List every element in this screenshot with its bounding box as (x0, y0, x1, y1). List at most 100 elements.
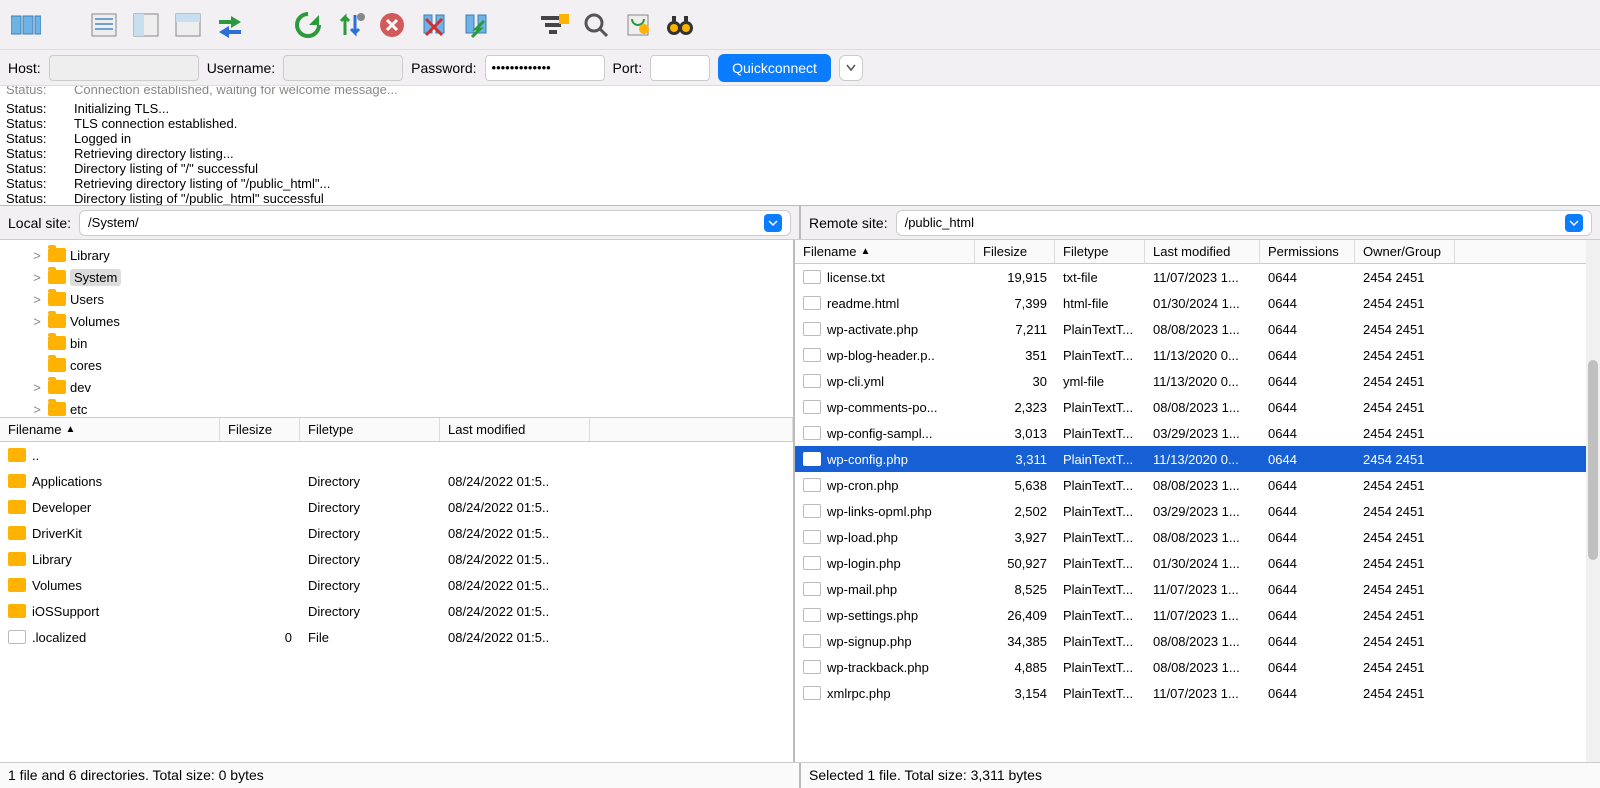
toggle-log-icon[interactable] (86, 7, 122, 43)
expand-toggle[interactable]: > (30, 248, 44, 263)
tree-node[interactable]: cores (0, 354, 793, 376)
disconnect-icon[interactable] (416, 7, 452, 43)
file-icon (803, 660, 821, 674)
file-icon (803, 452, 821, 466)
file-row[interactable]: wp-login.php50,927PlainTextT...01/30/202… (795, 550, 1600, 576)
file-icon (8, 630, 26, 644)
file-row[interactable]: wp-signup.php34,385PlainTextT...08/08/20… (795, 628, 1600, 654)
file-row[interactable]: wp-trackback.php4,885PlainTextT...08/08/… (795, 654, 1600, 680)
sort-asc-icon: ▲ (860, 246, 870, 257)
reconnect-icon[interactable] (458, 7, 494, 43)
tree-node[interactable]: >dev (0, 376, 793, 398)
file-icon (803, 374, 821, 388)
file-row[interactable]: .. (0, 442, 793, 468)
site-manager-icon[interactable] (8, 7, 44, 43)
local-directory-tree[interactable]: >Library>System>Users>Volumesbincores>de… (0, 240, 793, 418)
tree-node[interactable]: >etc (0, 398, 793, 418)
quickconnect-history-dropdown[interactable] (839, 55, 863, 81)
file-row[interactable]: .localized0File08/24/2022 01:5.. (0, 624, 793, 650)
binoculars-icon[interactable] (662, 7, 698, 43)
local-file-header: Filename▲ Filesize Filetype Last modifie… (0, 418, 793, 442)
toggle-remote-tree-icon[interactable] (170, 7, 206, 43)
tree-node[interactable]: bin (0, 332, 793, 354)
toggle-local-tree-icon[interactable] (128, 7, 164, 43)
file-row[interactable]: wp-settings.php26,409PlainTextT...11/07/… (795, 602, 1600, 628)
file-row[interactable]: wp-load.php3,927PlainTextT...08/08/2023 … (795, 524, 1600, 550)
folder-icon (48, 358, 66, 372)
file-row[interactable]: wp-cli.yml30yml-file11/13/2020 0...06442… (795, 368, 1600, 394)
file-row[interactable]: iOSSupportDirectory08/24/2022 01:5.. (0, 598, 793, 624)
file-row[interactable]: DriverKitDirectory08/24/2022 01:5.. (0, 520, 793, 546)
file-row[interactable]: VolumesDirectory08/24/2022 01:5.. (0, 572, 793, 598)
expand-toggle[interactable]: > (30, 292, 44, 307)
file-row[interactable]: wp-cron.php5,638PlainTextT...08/08/2023 … (795, 472, 1600, 498)
password-input[interactable] (485, 55, 605, 81)
folder-icon (8, 578, 26, 592)
file-icon (803, 426, 821, 440)
folder-icon (8, 552, 26, 566)
file-icon (803, 556, 821, 570)
port-input[interactable] (650, 55, 710, 81)
folder-icon (48, 248, 66, 262)
expand-toggle[interactable]: > (30, 270, 44, 285)
message-log[interactable]: Status:Connection established, waiting f… (0, 86, 1600, 206)
filter-icon[interactable] (536, 7, 572, 43)
file-icon (803, 504, 821, 518)
username-input[interactable] (283, 55, 403, 81)
file-row[interactable]: wp-comments-po...2,323PlainTextT...08/08… (795, 394, 1600, 420)
local-file-list[interactable]: ..ApplicationsDirectory08/24/2022 01:5..… (0, 442, 793, 762)
site-path-row: Local site: /System/ Remote site: /publi… (0, 206, 1600, 240)
file-row[interactable]: wp-mail.php8,525PlainTextT...11/07/2023 … (795, 576, 1600, 602)
file-row[interactable]: wp-links-opml.php2,502PlainTextT...03/29… (795, 498, 1600, 524)
folder-icon (48, 380, 66, 394)
local-site-label: Local site: (8, 215, 71, 231)
file-row[interactable]: xmlrpc.php3,154PlainTextT...11/07/2023 1… (795, 680, 1600, 706)
quickconnect-button[interactable]: Quickconnect (718, 54, 831, 82)
local-path-input[interactable]: /System/ (79, 210, 791, 236)
folder-icon (48, 336, 66, 350)
refresh-icon[interactable] (290, 7, 326, 43)
folder-icon (8, 500, 26, 514)
search-icon[interactable] (578, 7, 614, 43)
file-row[interactable]: wp-blog-header.p..351PlainTextT...11/13/… (795, 342, 1600, 368)
folder-icon (8, 526, 26, 540)
file-row[interactable]: LibraryDirectory08/24/2022 01:5.. (0, 546, 793, 572)
file-row[interactable]: wp-activate.php7,211PlainTextT...08/08/2… (795, 316, 1600, 342)
file-icon (803, 478, 821, 492)
host-input[interactable] (49, 55, 199, 81)
main-toolbar (0, 0, 1600, 50)
remote-path-input[interactable]: /public_html (896, 210, 1592, 236)
file-row[interactable]: wp-config-sampl...3,013PlainTextT...03/2… (795, 420, 1600, 446)
folder-icon (48, 270, 66, 284)
file-row[interactable]: license.txt19,915txt-file11/07/2023 1...… (795, 264, 1600, 290)
process-queue-icon[interactable] (332, 7, 368, 43)
expand-toggle[interactable]: > (30, 402, 44, 417)
chevron-down-icon[interactable] (764, 214, 782, 232)
file-icon (803, 608, 821, 622)
cancel-icon[interactable] (374, 7, 410, 43)
main-split: >Library>System>Users>Volumesbincores>de… (0, 240, 1600, 762)
file-row[interactable]: wp-config.php3,311PlainTextT...11/13/202… (795, 446, 1600, 472)
password-label: Password: (411, 60, 476, 76)
remote-scrollbar[interactable] (1586, 240, 1600, 762)
toggle-queue-icon[interactable] (212, 7, 248, 43)
remote-file-header: Filename▲ Filesize Filetype Last modifie… (795, 240, 1600, 264)
file-row[interactable]: ApplicationsDirectory08/24/2022 01:5.. (0, 468, 793, 494)
folder-icon (48, 292, 66, 306)
file-icon (803, 270, 821, 284)
folder-icon (8, 604, 26, 618)
chevron-down-icon[interactable] (1565, 214, 1583, 232)
expand-toggle[interactable]: > (30, 314, 44, 329)
remote-file-list[interactable]: license.txt19,915txt-file11/07/2023 1...… (795, 264, 1600, 762)
tree-node[interactable]: >Library (0, 244, 793, 266)
file-row[interactable]: DeveloperDirectory08/24/2022 01:5.. (0, 494, 793, 520)
file-row[interactable]: readme.html7,399html-file01/30/2024 1...… (795, 290, 1600, 316)
tree-node[interactable]: >Users (0, 288, 793, 310)
folder-icon (8, 448, 26, 462)
expand-toggle[interactable]: > (30, 380, 44, 395)
folder-icon (8, 474, 26, 488)
tree-node[interactable]: >System (0, 266, 793, 288)
compare-icon[interactable] (620, 7, 656, 43)
remote-site-label: Remote site: (809, 215, 888, 231)
tree-node[interactable]: >Volumes (0, 310, 793, 332)
